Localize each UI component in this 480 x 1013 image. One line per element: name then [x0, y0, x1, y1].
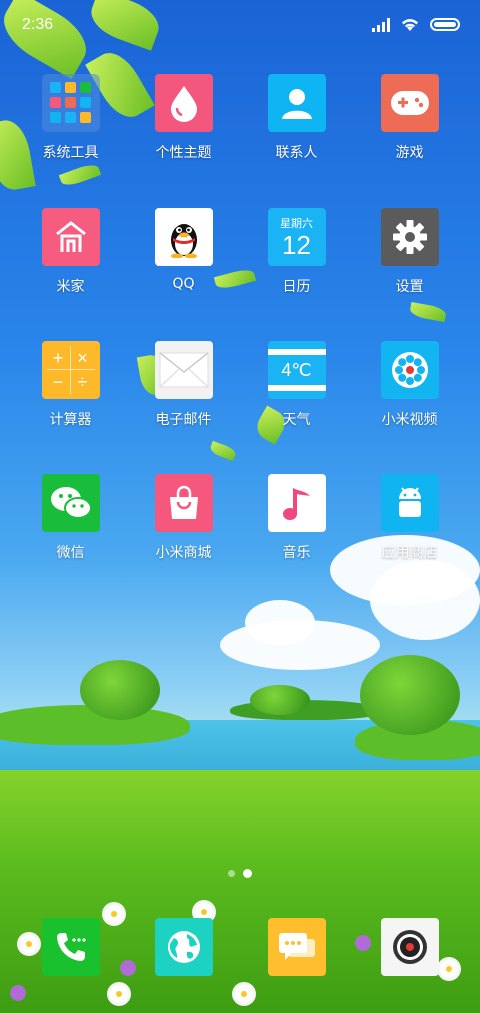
app-mijia[interactable]: 米家 — [14, 208, 127, 296]
signal-bars-icon — [372, 17, 390, 32]
gamepad-icon — [380, 74, 439, 132]
leaf — [58, 161, 102, 189]
calculator-icon: + × − ÷ — [41, 341, 100, 399]
status-time: 2:36 — [22, 16, 54, 33]
messages-icon — [267, 918, 326, 976]
leaf — [208, 440, 238, 462]
mail-icon — [154, 341, 213, 399]
app-calculator[interactable]: + × − ÷ 计算器 — [14, 341, 127, 429]
app-app-store[interactable]: 应用商店 — [353, 474, 466, 562]
app-mi-store[interactable]: 小米商城 — [127, 474, 240, 562]
tree — [80, 660, 160, 720]
app-wechat[interactable]: 微信 — [14, 474, 127, 562]
weather-icon: 4℃ — [267, 341, 326, 399]
folder-contents — [49, 82, 91, 123]
app-games[interactable]: 游戏 — [353, 74, 466, 162]
app-label: 天气 — [282, 412, 311, 428]
app-qq[interactable]: QQ — [127, 208, 240, 292]
battery-icon — [430, 18, 460, 31]
shopping-bag-icon — [154, 474, 213, 532]
calc-divide: ÷ — [77, 372, 88, 392]
calc-times: × — [70, 346, 95, 370]
camera-icon — [380, 918, 439, 976]
status-icons — [372, 17, 460, 32]
calc-plus: + — [46, 346, 71, 370]
app-label: QQ — [172, 276, 195, 292]
app-label: 设置 — [395, 279, 424, 295]
app-system-tools[interactable]: 系统工具 — [14, 74, 127, 162]
browser-globe-icon — [154, 918, 213, 976]
app-contacts[interactable]: 联系人 — [240, 74, 353, 162]
app-label: 联系人 — [275, 145, 318, 161]
cloud — [370, 560, 480, 640]
gear-icon — [380, 208, 439, 266]
purple-flower — [10, 985, 26, 1001]
app-label: 个性主题 — [155, 145, 212, 161]
app-music[interactable]: 音乐 — [240, 474, 353, 562]
app-label: 电子邮件 — [155, 412, 212, 428]
calc-minus: − — [47, 370, 71, 394]
calculator-keys: + × − ÷ — [46, 346, 95, 394]
app-weather[interactable]: 4℃ 天气 — [240, 341, 353, 429]
app-calendar[interactable]: 星期六 12 日历 — [240, 208, 353, 296]
app-email[interactable]: 电子邮件 — [127, 341, 240, 429]
dock-browser[interactable] — [127, 918, 240, 976]
wechat-icon — [41, 474, 100, 532]
page-indicator — [0, 869, 480, 878]
app-label: 微信 — [56, 545, 85, 561]
calendar-weekday: 星期六 — [280, 216, 313, 230]
app-label: 小米视频 — [381, 412, 438, 428]
tree — [250, 685, 310, 715]
grass — [0, 770, 480, 1013]
app-settings[interactable]: 设置 — [353, 208, 466, 296]
folder-icon — [41, 74, 100, 132]
calendar-day: 12 — [282, 229, 311, 260]
app-label: 应用商店 — [381, 545, 438, 561]
tree — [360, 655, 460, 735]
page-dot[interactable] — [228, 870, 235, 877]
dock-phone[interactable] — [14, 918, 127, 976]
app-label: 小米商城 — [155, 545, 212, 561]
home-icon — [41, 208, 100, 266]
status-bar: 2:36 — [0, 0, 480, 52]
app-label: 计算器 — [49, 412, 92, 428]
app-themes[interactable]: 个性主题 — [127, 74, 240, 162]
dock-camera[interactable] — [353, 918, 466, 976]
phone-icon — [41, 918, 100, 976]
cloud — [245, 600, 315, 645]
app-label: 日历 — [282, 279, 311, 295]
contacts-icon — [267, 74, 326, 132]
calendar-icon: 星期六 12 — [267, 208, 326, 266]
weather-temp: 4℃ — [267, 349, 326, 391]
qq-penguin-icon — [154, 208, 213, 266]
leaf — [409, 301, 447, 323]
app-label: 系统工具 — [42, 145, 99, 161]
dock-messages[interactable] — [240, 918, 353, 976]
theme-drop-icon — [154, 74, 213, 132]
flower — [110, 985, 128, 1003]
app-label: 音乐 — [282, 545, 311, 561]
flower — [235, 985, 253, 1003]
music-note-icon — [267, 474, 326, 532]
page-dot-active[interactable] — [243, 869, 252, 878]
android-icon — [380, 474, 439, 532]
wifi-icon — [402, 19, 418, 31]
app-mi-video[interactable]: 小米视频 — [353, 341, 466, 429]
app-label: 米家 — [56, 279, 85, 295]
app-label: 游戏 — [395, 145, 424, 161]
video-reel-icon — [380, 341, 439, 399]
